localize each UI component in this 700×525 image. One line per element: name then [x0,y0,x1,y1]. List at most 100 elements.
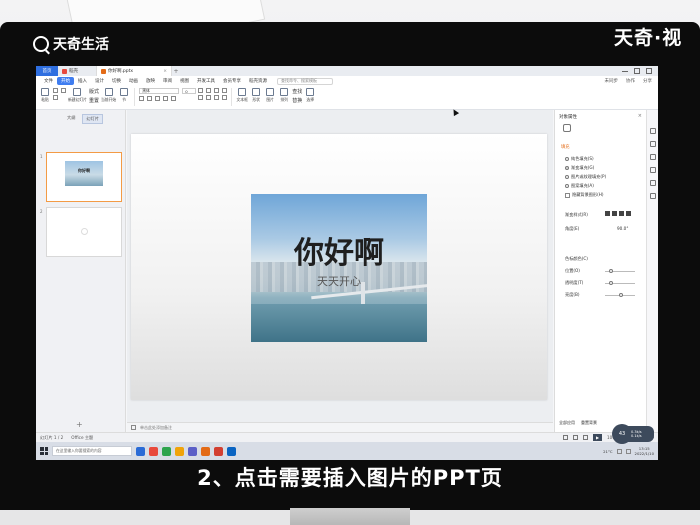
taskbar-app-icon[interactable] [201,446,210,456]
taskbar-app-icon[interactable] [188,446,197,456]
taskbar-app-icon[interactable] [136,446,145,456]
reset-background-button[interactable]: 重置背景 [581,420,597,426]
properties-icon[interactable] [649,128,656,134]
outdent-icon[interactable] [222,88,228,93]
notes-bar[interactable]: 单击此处添加备注 [127,422,553,432]
menu-item-developer[interactable]: 开发工具 [193,77,219,85]
layers-icon[interactable] [649,167,656,173]
pattern-fill-option[interactable]: 图案填充(A) [565,183,594,189]
slide-thumbnail-2[interactable] [46,207,122,257]
slider-knob[interactable] [619,293,623,297]
current-slide[interactable]: 你好啊 天天开心 [131,134,547,400]
font-color-icon[interactable] [171,96,177,101]
add-slide-button[interactable]: + [76,420,83,429]
shapes-button[interactable]: 形状 [250,88,262,103]
position-slider[interactable] [605,269,635,273]
taskbar-app-icon[interactable] [214,446,223,456]
close-tab-icon[interactable]: × [163,69,167,74]
animation-icon[interactable] [649,141,656,147]
close-window-icon[interactable] [646,68,652,74]
weather-temperature[interactable]: 21°C [603,449,612,454]
from-current-button[interactable]: 当前开始 [101,88,116,103]
arrange-button[interactable]: 排列 [278,88,290,103]
tab-slides[interactable]: 幻灯片 [82,114,103,124]
fill-tab-icon[interactable] [563,124,571,132]
tab-document[interactable]: 你好啊.pptx × [96,66,172,76]
minimize-icon[interactable] [622,68,628,72]
settings-icon[interactable] [649,193,656,199]
swatch[interactable] [605,211,610,216]
taskbar-app-icon[interactable] [162,446,171,456]
hide-background-option[interactable]: 隐藏背景图形(H) [565,192,604,198]
fill-section-header[interactable]: 填充 [561,144,570,150]
new-tab-button[interactable]: + [172,68,180,75]
menu-item-design[interactable]: 设计 [91,77,108,85]
replace-button[interactable]: 替换 [292,97,302,104]
paste-button[interactable]: 粘贴 [39,88,51,103]
network-icon[interactable] [616,448,622,454]
swatch[interactable] [612,211,617,216]
taskbar-app-icon[interactable] [227,446,236,456]
copy-icon[interactable] [61,88,66,93]
justify-icon[interactable] [222,95,228,100]
tab-docer[interactable]: 稻壳 [58,66,96,76]
menu-item-animation[interactable]: 动画 [125,77,142,85]
cut-icon[interactable] [53,88,58,93]
italic-icon[interactable] [147,96,153,101]
numbering-icon[interactable] [206,88,212,93]
find-button[interactable]: 查找 [292,88,302,95]
bullets-icon[interactable] [198,88,204,93]
sync-status[interactable]: 未同步 [605,78,619,84]
share-button[interactable]: 分享 [643,78,652,84]
tab-home[interactable]: 首页 [36,66,58,76]
brightness-slider[interactable] [605,293,635,297]
format-painter-icon[interactable] [53,95,58,100]
menu-item-slideshow[interactable]: 放映 [142,77,159,85]
close-pane-icon[interactable]: × [638,113,642,119]
menu-item-insert[interactable]: 插入 [74,77,91,85]
align-center-icon[interactable] [206,95,212,100]
underline-icon[interactable] [155,96,161,101]
menu-item-view[interactable]: 视图 [176,77,193,85]
indent-icon[interactable] [214,88,220,93]
align-right-icon[interactable] [214,95,220,100]
textbox-button[interactable]: 文本框 [236,88,248,103]
maximize-icon[interactable] [634,68,640,74]
slideshow-play-icon[interactable]: ▶ [593,434,603,441]
collaborate-button[interactable]: 协作 [626,78,635,84]
slide-sorter-icon[interactable] [573,435,579,440]
command-search-input[interactable]: 查找命令、搜索模板 [277,77,333,85]
solid-fill-option[interactable]: 纯色填充(S) [565,156,594,162]
strikethrough-icon[interactable] [163,96,169,101]
layout-button[interactable]: 版式 [89,88,99,95]
bold-icon[interactable] [139,96,145,101]
swatch[interactable] [619,211,624,216]
menu-item-home[interactable]: 开始 [57,77,74,85]
align-left-icon[interactable] [198,95,204,100]
picture-button[interactable]: 图片 [264,88,276,103]
select-button[interactable]: 选择 [304,88,316,103]
menu-item-review[interactable]: 审阅 [159,77,176,85]
clock[interactable]: 13:15 2022/1/10 [635,446,654,456]
section-button[interactable]: 节 [118,88,130,103]
volume-icon[interactable] [625,448,631,454]
taskbar-app-icon[interactable] [149,446,158,456]
menu-item-docer-resources[interactable]: 稻壳资源 [245,77,271,85]
gradient-fill-option[interactable]: 渐变填充(G) [565,165,594,171]
slide-thumbnail-1[interactable]: 你好啊 [46,152,122,202]
gradient-style-swatches[interactable] [605,211,631,216]
new-slide-button[interactable]: 新建幻灯片 [68,88,87,103]
angle-value[interactable]: 90.0° [617,226,628,231]
windows-start-icon[interactable] [40,447,48,455]
taskbar-search-input[interactable]: 在这里输入你要搜索的内容 [52,446,132,456]
reading-view-icon[interactable] [583,435,589,440]
slider-knob[interactable] [609,281,613,285]
normal-view-icon[interactable] [563,435,569,440]
style-icon[interactable] [649,154,656,160]
share-icon[interactable] [649,180,656,186]
slide-title[interactable]: 你好啊 [251,228,427,272]
tab-outline[interactable]: 大纲 [64,114,78,124]
menu-item-member[interactable]: 会员专享 [219,77,245,85]
transparency-slider[interactable] [605,281,635,285]
menu-item-file[interactable]: 文件 [40,77,57,85]
